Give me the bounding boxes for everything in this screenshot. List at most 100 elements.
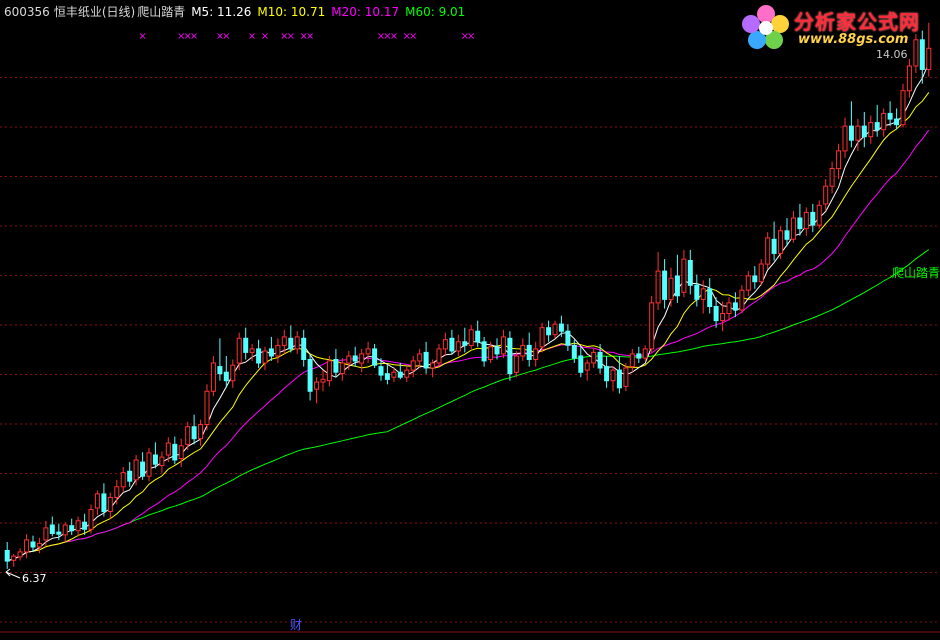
candle: [288, 325, 294, 353]
candle-body: [56, 531, 62, 535]
candle: [365, 341, 371, 363]
candle: [758, 259, 764, 286]
candle-body: [571, 344, 577, 359]
ma5-value: M5: 11.26: [191, 5, 252, 19]
candle-body: [552, 323, 558, 336]
candle-body: [152, 454, 158, 465]
watermark-url: www.88gs.com: [798, 32, 909, 47]
candle-body: [185, 426, 191, 445]
candle: [906, 58, 912, 98]
candle-body: [307, 359, 313, 392]
signal-marker: ×: [287, 31, 295, 42]
candle-body: [391, 371, 397, 378]
candle: [127, 462, 133, 487]
candle: [810, 203, 816, 233]
candle-body: [778, 230, 784, 254]
candle: [262, 346, 268, 371]
candle-body: [488, 346, 494, 360]
signal-marker: ×: [222, 31, 230, 42]
candle-body: [82, 521, 88, 530]
candle: [359, 348, 365, 373]
candle-body: [140, 461, 146, 477]
low-price-label: 6.37: [22, 572, 47, 585]
candle: [881, 108, 887, 137]
moving-average-lines: [7, 62, 930, 562]
candle-body: [101, 493, 107, 513]
candle-body: [836, 150, 842, 170]
candle-body: [384, 373, 390, 380]
candle-body: [301, 337, 307, 360]
candle: [481, 336, 487, 367]
candle-body: [462, 341, 468, 346]
candle: [230, 359, 236, 388]
candle: [30, 535, 36, 552]
candle-body: [861, 125, 867, 138]
candle: [797, 203, 803, 236]
candle-body: [855, 125, 861, 141]
candle-body: [790, 217, 796, 240]
candle: [223, 356, 229, 388]
signal-marker: ×: [190, 31, 198, 42]
candle-body: [256, 348, 262, 364]
candle: [546, 320, 552, 342]
candle-body: [397, 371, 403, 378]
candle-body: [36, 542, 42, 548]
candle: [778, 226, 784, 260]
candle-body: [436, 348, 442, 364]
candle-body: [565, 330, 571, 346]
candle: [326, 356, 332, 387]
candle-body: [88, 509, 94, 530]
candle: [900, 83, 906, 128]
candle: [636, 346, 642, 363]
candle-body: [726, 302, 732, 314]
candle: [668, 267, 674, 307]
candle-body: [771, 238, 777, 254]
candle-body: [417, 353, 423, 362]
stock-code: 600356: [4, 5, 50, 19]
candle: [836, 143, 842, 180]
candle: [133, 455, 139, 486]
candle-body: [584, 362, 590, 371]
signal-marker: ×: [248, 31, 256, 42]
candle-body: [165, 442, 171, 456]
candle-body: [455, 341, 461, 352]
candle-body: [288, 337, 294, 350]
candle: [681, 249, 687, 298]
low-pointer-arrow-icon: [5, 568, 21, 579]
candle: [539, 322, 545, 353]
candle: [4, 542, 10, 569]
candle: [732, 292, 738, 318]
candle: [739, 285, 745, 314]
candle-body: [333, 359, 339, 373]
candle-body: [900, 90, 906, 126]
candle-body: [120, 472, 126, 488]
candle-body: [17, 551, 23, 558]
candle-body: [346, 355, 352, 364]
candle-body: [268, 348, 274, 357]
kline-chart[interactable]: × × × × × × × × × × × × × × × × × × × 6.37 14.06 爬山踏青 财 60…: [0, 0, 940, 636]
candle: [591, 348, 597, 368]
ma10-value: M10: 10.71: [257, 5, 326, 19]
candle: [268, 336, 274, 361]
candle-body: [610, 369, 616, 382]
candle-body: [687, 260, 693, 286]
candle: [436, 344, 442, 367]
candle-body: [223, 371, 229, 382]
candle: [707, 278, 713, 314]
candle-body: [75, 520, 81, 532]
candle: [604, 356, 610, 388]
signal-marker: ×: [261, 31, 269, 42]
candle-body: [629, 353, 635, 368]
candle-body: [765, 237, 771, 265]
candle-body: [829, 168, 835, 187]
candle: [745, 271, 751, 296]
candle-body: [874, 122, 880, 131]
candle-body: [745, 275, 751, 291]
candle-body: [739, 289, 745, 311]
candle: [752, 266, 758, 289]
candle-body: [526, 344, 532, 360]
candle: [726, 297, 732, 321]
signal-marker: ×: [138, 31, 146, 42]
candle-body: [546, 327, 552, 336]
candle: [694, 274, 700, 307]
